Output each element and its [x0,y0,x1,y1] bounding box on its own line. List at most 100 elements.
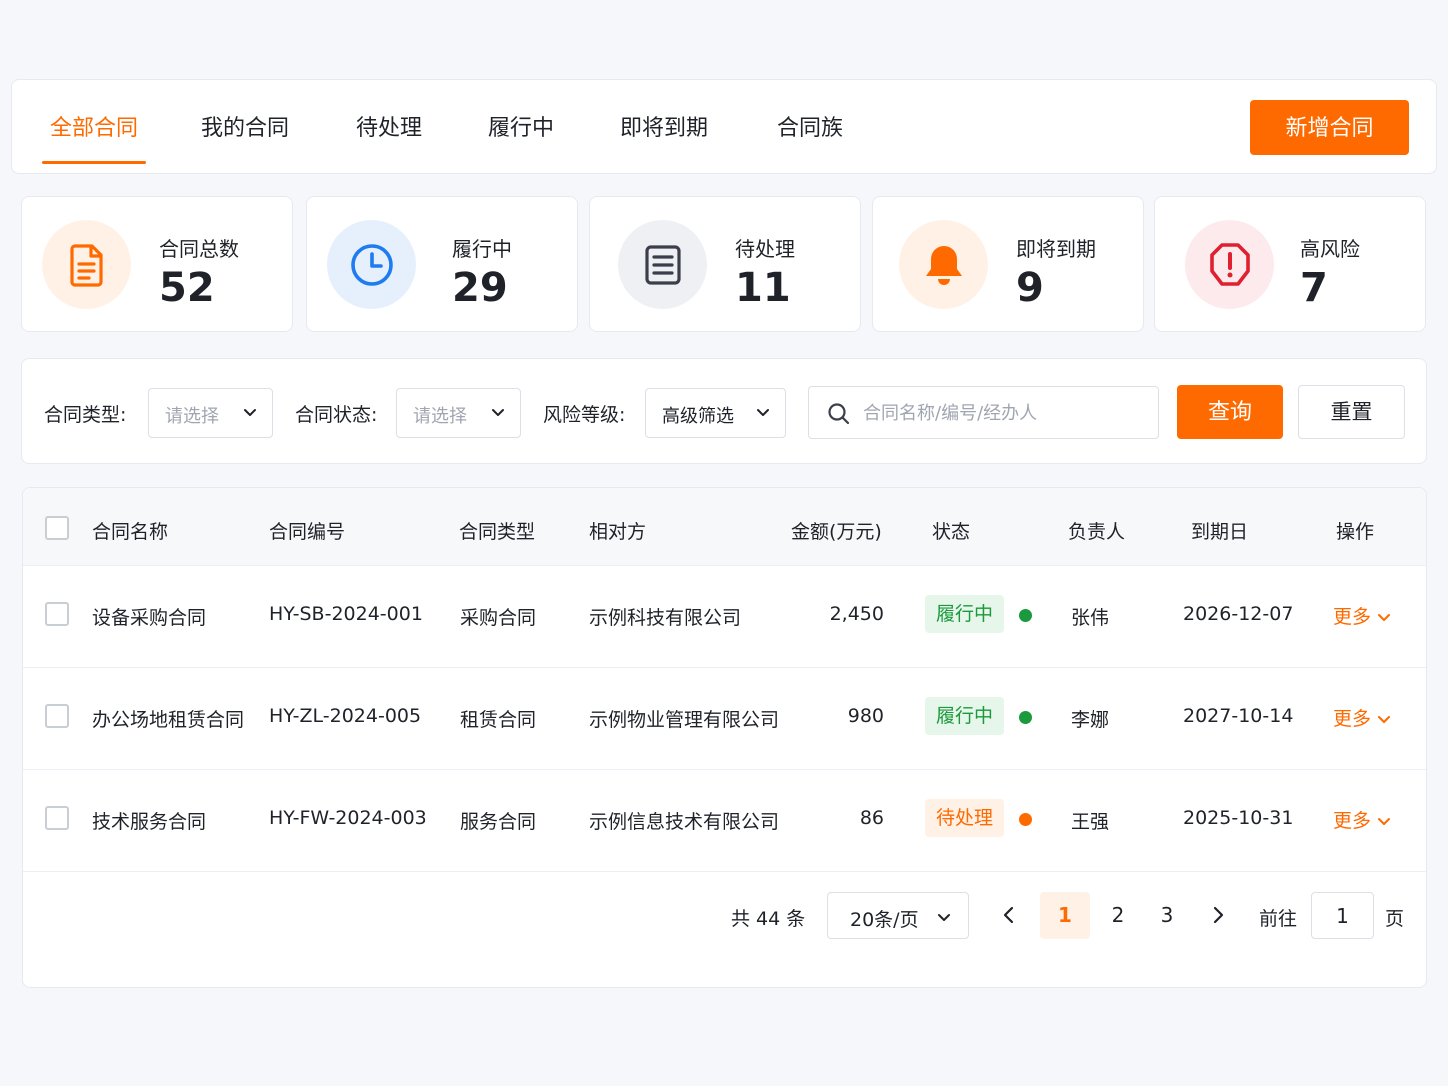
select-value: 高级筛选 [662,406,734,427]
stat-value: 9 [1016,265,1044,311]
select-all-checkbox[interactable] [45,516,69,540]
amount: 2,450 [829,603,884,625]
contract-name: 办公场地租赁合同 [92,709,245,731]
column-header: 相对方 [589,521,647,543]
bell-icon [899,220,988,309]
risk-level-label: 风险等级: [543,404,626,426]
total-count: 共 44 条 [731,908,806,930]
owner: 张伟 [1071,607,1110,629]
due-date: 2025-10-31 [1183,807,1294,829]
owner: 王强 [1071,811,1110,833]
column-header: 合同类型 [459,521,536,543]
table-row[interactable]: 技术服务合同 HY-FW-2024-003 服务合同 示例信息技术有限公司 86… [23,770,1426,872]
clock-icon [327,220,416,309]
goto-page-input[interactable] [1311,892,1374,939]
page-size-value: 20条/页 [850,909,919,931]
row-checkbox[interactable] [45,602,69,626]
stat-label: 履行中 [452,237,512,261]
counterparty: 示例信息技术有限公司 [589,811,780,833]
contract-status-select[interactable]: 请选择 [396,388,521,438]
stat-card-expiring: 即将到期 9 [872,196,1144,332]
status-dot [1019,711,1032,724]
reset-button[interactable]: 重置 [1298,385,1405,439]
owner: 李娜 [1071,709,1110,731]
goto-label: 前往 [1259,908,1298,930]
stat-card-high-risk: 高风险 7 [1154,196,1426,332]
contract-type: 租赁合同 [460,709,537,731]
stat-value: 7 [1300,265,1328,311]
tab-contract-family[interactable]: 合同族 [777,110,843,164]
table-row[interactable]: 设备采购合同 HY-SB-2024-001 采购合同 示例科技有限公司 2,45… [23,566,1426,668]
chevron-left-icon[interactable] [1000,904,1018,926]
risk-level-select[interactable]: 高级筛选 [645,388,786,438]
contract-code: HY-FW-2024-003 [269,807,427,829]
row-checkbox[interactable] [45,806,69,830]
page-button-2[interactable]: 2 [1093,892,1143,939]
chevron-down-icon [757,409,769,416]
contract-name: 技术服务合同 [92,811,207,833]
add-contract-button[interactable]: 新增合同 [1250,100,1409,155]
column-header: 金额(万元) [791,521,882,543]
chevron-down-icon [938,914,950,921]
chevron-down-icon [1378,817,1391,825]
page-button-1[interactable]: 1 [1040,892,1090,939]
due-date: 2026-12-07 [1183,603,1294,625]
filter-bar: 合同类型: 请选择 合同状态: 请选择 风险等级: 高级筛选 查询 重置 [21,358,1427,464]
chevron-right-icon[interactable] [1209,904,1227,926]
chevron-down-icon [244,409,256,416]
tab-expiring[interactable]: 即将到期 [620,110,708,164]
more-label: 更多 [1333,708,1372,730]
stat-label: 合同总数 [159,237,239,261]
column-header: 操作 [1336,521,1375,543]
contract-type-select[interactable]: 请选择 [148,388,273,438]
contract-name: 设备采购合同 [92,607,207,629]
page-suffix: 页 [1385,908,1405,930]
status-badge: 履行中 [925,697,1005,735]
status-badge: 履行中 [925,595,1005,633]
table-header: 合同名称 合同编号 合同类型 相对方 金额(万元) 状态 负责人 到期日 操作 [23,488,1426,566]
column-header: 到期日 [1191,521,1249,543]
more-actions-button[interactable]: 更多 [1333,704,1391,731]
contract-table: 合同名称 合同编号 合同类型 相对方 金额(万元) 状态 负责人 到期日 操作 … [22,487,1427,988]
status-dot [1019,813,1032,826]
table-row[interactable]: 办公场地租赁合同 HY-ZL-2024-005 租赁合同 示例物业管理有限公司 … [23,668,1426,770]
column-header: 合同编号 [269,521,346,543]
document-icon [42,220,131,309]
page-size-select[interactable]: 20条/页 [827,892,969,939]
stat-value: 11 [735,265,791,311]
query-button[interactable]: 查询 [1177,385,1283,439]
search-icon [828,403,850,425]
search-input[interactable] [863,399,1143,427]
column-header: 负责人 [1068,521,1126,543]
stat-value: 29 [452,265,508,311]
contract-type: 采购合同 [460,607,537,629]
due-date: 2027-10-14 [1183,705,1294,727]
more-actions-button[interactable]: 更多 [1333,602,1391,629]
chevron-down-icon [492,409,504,416]
search-box [808,386,1159,439]
stat-label: 高风险 [1300,237,1360,261]
column-header: 状态 [932,521,971,543]
tab-all-contracts[interactable]: 全部合同 [41,110,147,164]
tab-in-progress[interactable]: 履行中 [488,110,554,164]
contract-status-label: 合同状态: [295,404,378,426]
stat-card-pending: 待处理 11 [589,196,861,332]
row-checkbox[interactable] [45,704,69,728]
tab-pending[interactable]: 待处理 [356,110,422,164]
list-document-icon [618,220,707,309]
more-actions-button[interactable]: 更多 [1333,806,1391,833]
more-label: 更多 [1333,606,1372,628]
page-button-3[interactable]: 3 [1142,892,1192,939]
contract-type: 服务合同 [460,811,537,833]
chevron-down-icon [1378,715,1391,723]
more-label: 更多 [1333,810,1372,832]
status-dot [1019,609,1032,622]
stat-card-total: 合同总数 52 [21,196,293,332]
contract-type-label: 合同类型: [44,404,127,426]
column-header: 合同名称 [92,521,169,543]
amount: 980 [847,705,884,727]
counterparty: 示例科技有限公司 [589,607,742,629]
status-badge: 待处理 [925,799,1005,837]
tab-my-contracts[interactable]: 我的合同 [201,110,289,164]
stat-value: 52 [159,265,215,311]
